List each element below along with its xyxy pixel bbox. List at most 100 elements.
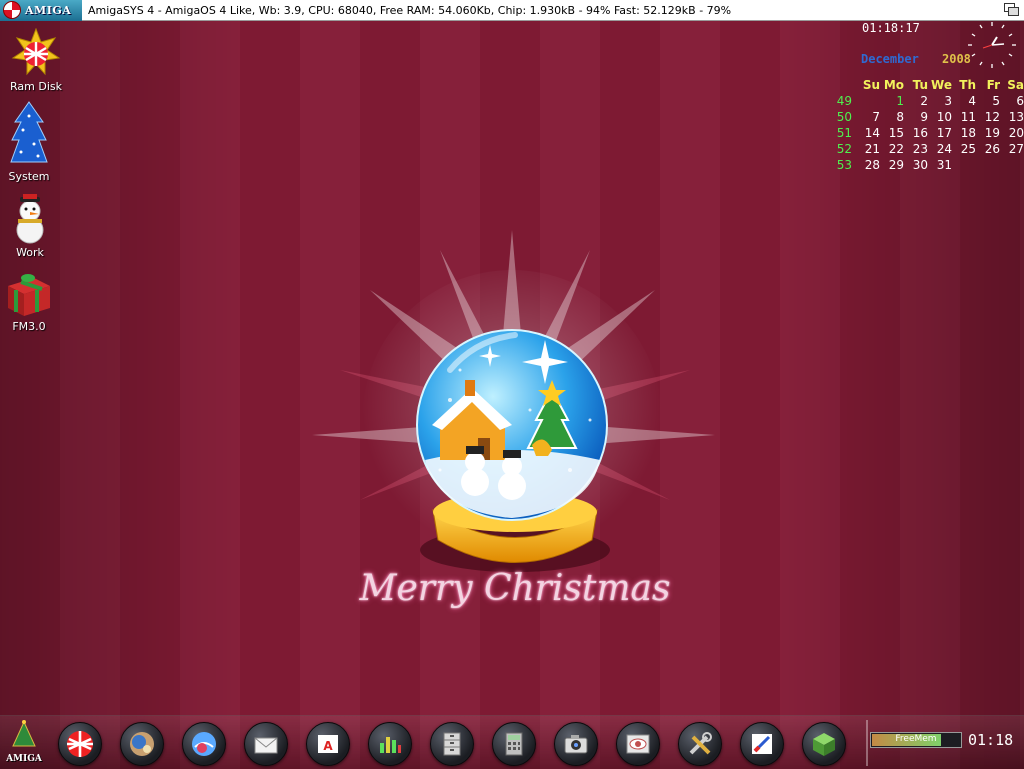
week-number: 50 (836, 110, 852, 124)
calendar-day: 29 (888, 158, 904, 172)
calendar-day: 20 (1008, 126, 1024, 140)
weekday-label: Tu (912, 78, 928, 92)
svg-text:A: A (323, 739, 333, 753)
calendar-day: 7 (872, 110, 880, 124)
calendar-day: 19 (984, 126, 1000, 140)
calendar-day: 23 (912, 142, 928, 156)
tools-icon (689, 732, 712, 755)
calendar-week-row: 53 28 29 30 31 (830, 157, 1024, 173)
camera-icon (564, 735, 588, 754)
calendar-day: 10 (936, 110, 952, 124)
week-number: 52 (836, 142, 852, 156)
dock-logo-text: AMIGA (6, 754, 42, 764)
calendar-day: 30 (912, 158, 928, 172)
calendar-day: 5 (992, 94, 1000, 108)
week-number: 51 (836, 126, 852, 140)
merry-christmas-greeting: Merry Christmas (359, 568, 671, 609)
icon-label: Ram Disk (10, 80, 62, 93)
dock-amiga-logo[interactable]: AMIGA (4, 720, 44, 764)
file-cabinet-icon (443, 732, 461, 756)
calendar-day: 17 (936, 126, 952, 140)
weekday-label: Sa (1007, 78, 1024, 92)
weekday-label: Fr (986, 78, 1000, 92)
calendar-day: 14 (864, 126, 880, 140)
calendar-day: 24 (936, 142, 952, 156)
dock-item-filer[interactable] (430, 722, 474, 766)
text-editor-icon: A (318, 735, 338, 753)
calendar-day: 2 (920, 94, 928, 108)
screen-title-text: AmigaSYS 4 - AmigaOS 4 Like, Wb: 3.9, CP… (88, 3, 732, 17)
desktop-icon-fm30[interactable]: FM3.0 (0, 268, 61, 333)
amiga-logo-text: AMIGA (25, 3, 72, 17)
amiga-ball-star-icon (11, 28, 61, 76)
dock-item-workbench[interactable] (120, 722, 164, 766)
amiga-menu-logo[interactable]: AMIGA (0, 0, 82, 21)
calendar-month: December (861, 52, 919, 66)
calendar-day: 9 (920, 110, 928, 124)
calendar-day: 12 (984, 110, 1000, 124)
workbench-prefs-icon (130, 732, 154, 756)
calendar-day: 26 (984, 142, 1000, 156)
calendar-day: 22 (888, 142, 904, 156)
desktop-icon-ram-disk[interactable]: Ram Disk (4, 28, 68, 93)
dock-item-cube[interactable] (802, 722, 846, 766)
dock-item-mail[interactable] (244, 722, 288, 766)
calendar-week-row: 50 7 8 9 10 11 12 13 (830, 109, 1024, 125)
desktop-icon-system[interactable]: System (0, 100, 61, 183)
depth-gadget-icon[interactable] (1004, 3, 1019, 16)
calendar-week-row: 51 14 15 16 17 18 19 20 (830, 125, 1024, 141)
dock-item-viewer[interactable] (616, 722, 660, 766)
week-number: 53 (836, 158, 852, 172)
weekday-label: We (931, 78, 952, 92)
freemem-gauge: FreeMem (870, 732, 962, 748)
calendar-week-row: 49 1 2 3 4 5 6 (830, 93, 1024, 109)
freemem-label: FreeMem (895, 734, 937, 744)
dock-clock: 01:18 (968, 731, 1014, 749)
calendar-day: 6 (1016, 94, 1024, 108)
audio-equalizer-icon (380, 737, 401, 753)
calendar-year: 2008 (942, 52, 971, 66)
dock-item-browser[interactable] (182, 722, 226, 766)
calendar-day: 18 (960, 126, 976, 140)
calendar-day: 27 (1008, 142, 1024, 156)
icon-label: FM3.0 (12, 320, 46, 333)
calendar-weekday-row: Su Mo Tu We Th Fr Sa (830, 77, 1024, 93)
calendar-day: 21 (864, 142, 880, 156)
weekday-label: Su (862, 78, 880, 92)
calendar-day: 28 (864, 158, 880, 172)
icon-label: System (8, 170, 50, 183)
dock-item-editor[interactable]: A (306, 722, 350, 766)
christmas-tree-icon (10, 101, 48, 163)
paint-icon (752, 734, 772, 754)
desktop-icon-work[interactable]: Work (0, 194, 62, 259)
cube-icon (813, 733, 835, 756)
calendar-day: 13 (1008, 110, 1024, 124)
calendar-day: 3 (944, 94, 952, 108)
calendar-day: 4 (968, 94, 976, 108)
digital-clock: 01:18:17 (862, 21, 920, 35)
analog-clock-icon (968, 22, 1016, 68)
week-number: 49 (836, 94, 852, 108)
calendar-day: 11 (960, 110, 976, 124)
icon-label: Work (16, 246, 44, 259)
weekday-label: Th (959, 78, 976, 92)
calculator-icon (505, 732, 523, 756)
dock-item-calculator[interactable] (492, 722, 536, 766)
gift-box-icon (8, 274, 50, 316)
amiga-boing-ball-icon (67, 731, 93, 757)
calendar-day: 16 (912, 126, 928, 140)
amiga-tree-logo-icon (12, 720, 36, 747)
calendar-grid: Su Mo Tu We Th Fr Sa 49 1 2 3 4 5 6 50 7… (830, 77, 1024, 173)
calendar-day: 8 (896, 110, 904, 124)
dock-item-paint[interactable] (740, 722, 784, 766)
calendar-day: 31 (936, 158, 952, 172)
globe-browser-icon (192, 732, 216, 756)
dock-item-equalizer[interactable] (368, 722, 412, 766)
dock-item-camera[interactable] (554, 722, 598, 766)
dock-item-boing[interactable] (58, 722, 102, 766)
image-viewer-icon (626, 734, 650, 754)
calendar-week-row: 52 21 22 23 24 25 26 27 (830, 141, 1024, 157)
dock-item-tools[interactable] (678, 722, 722, 766)
mail-icon (254, 737, 278, 754)
screen-title-bar: AMIGA AmigaSYS 4 - AmigaOS 4 Like, Wb: 3… (0, 0, 1024, 21)
